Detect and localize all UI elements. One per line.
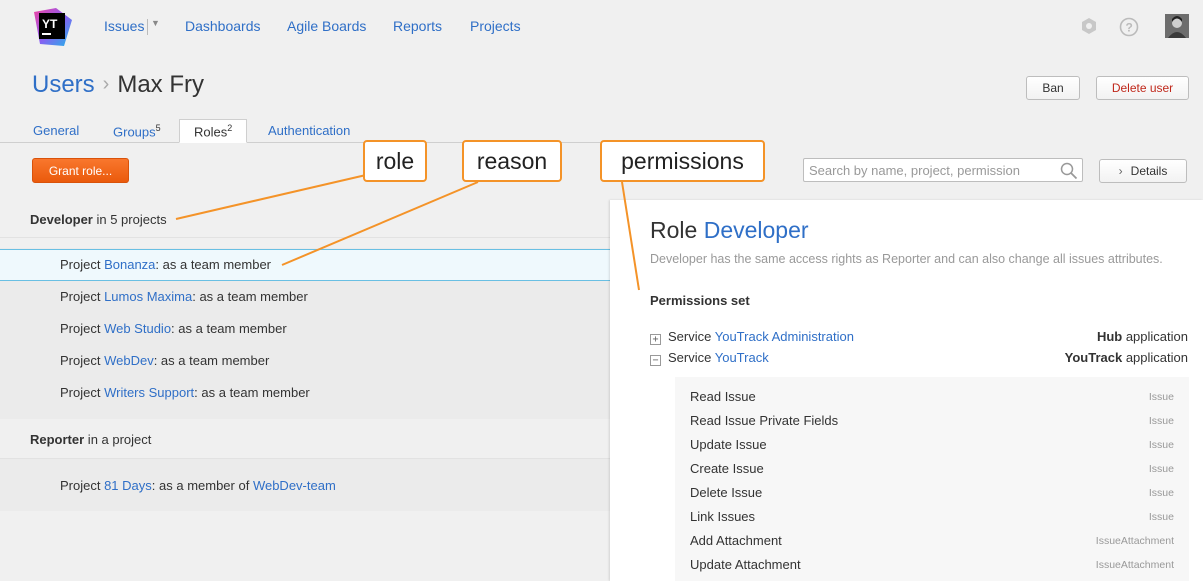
role-callout: role [363,140,427,182]
reason-callout: reason [462,140,562,182]
permissions-callout: permissions [600,140,765,182]
annotation-arrows [175,174,640,291]
